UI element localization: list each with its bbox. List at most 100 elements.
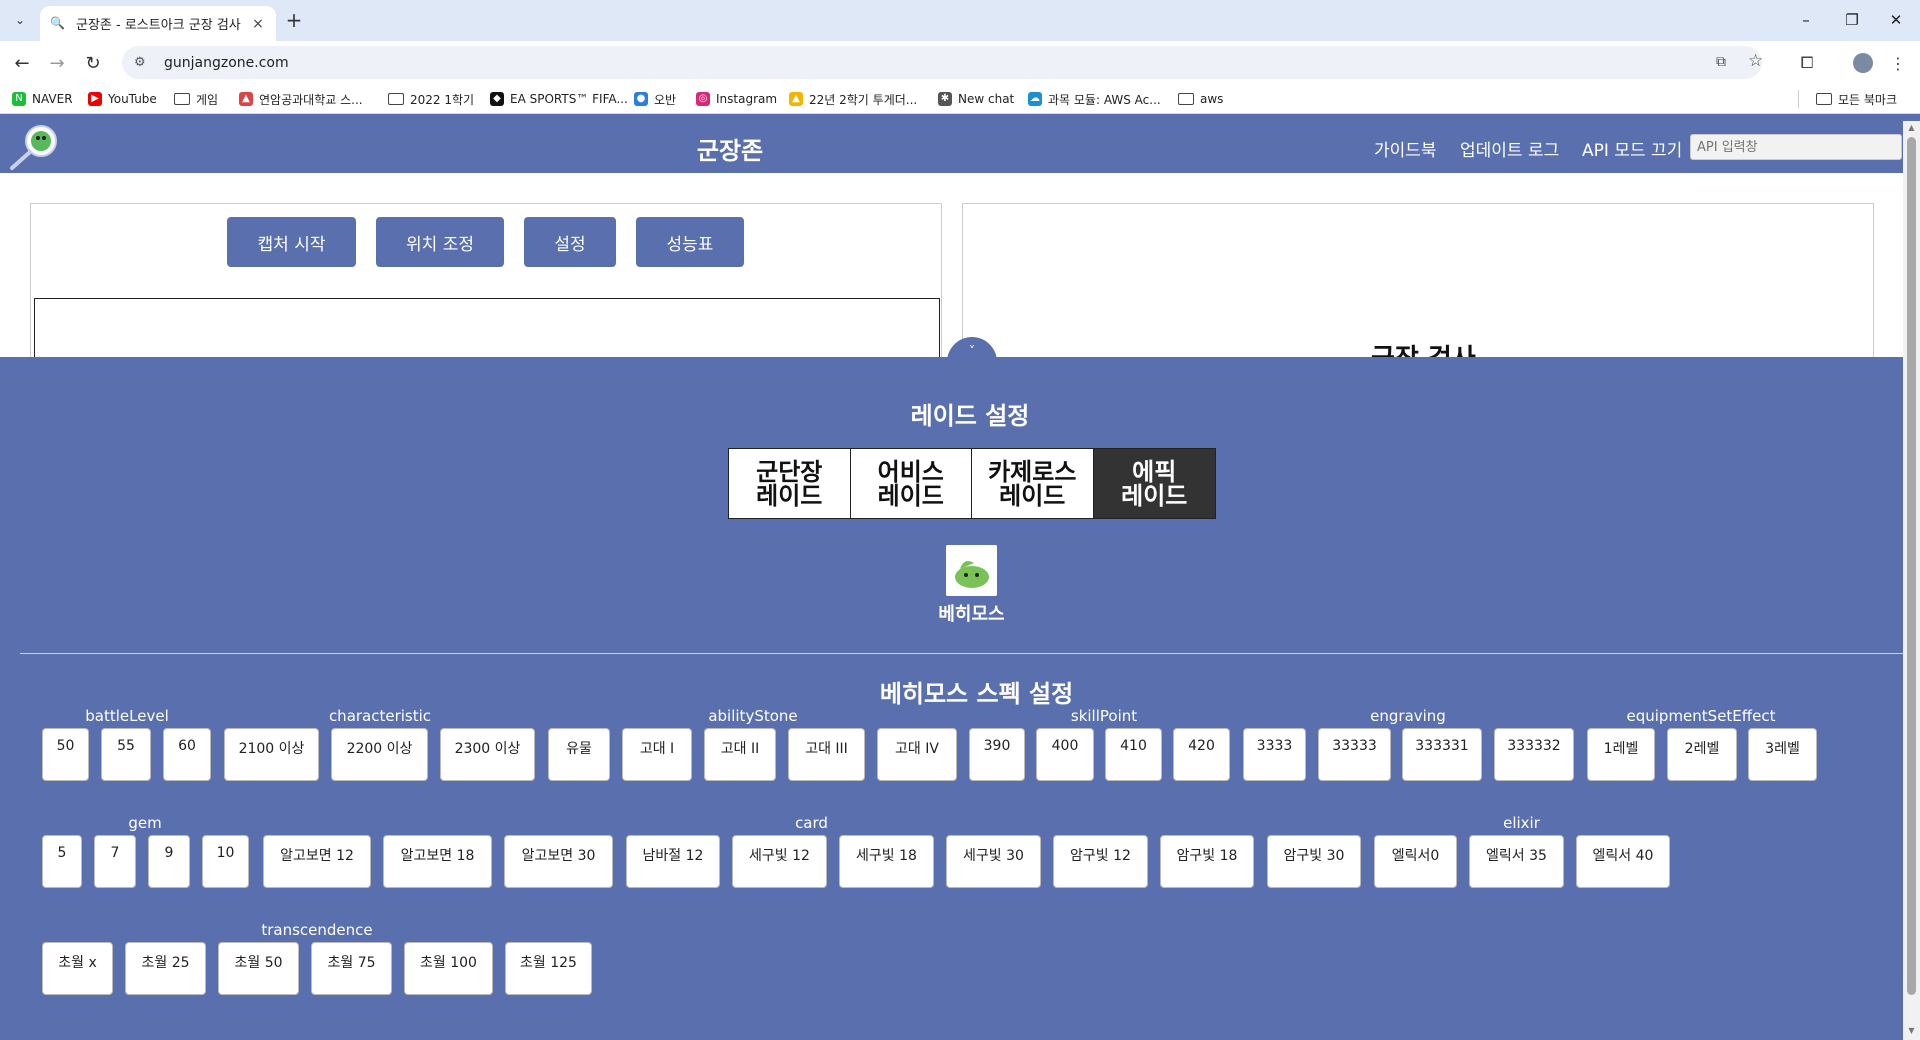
option-gem-7[interactable]: 7 bbox=[94, 835, 136, 888]
option-card-amgubit-12[interactable]: 암구빛 12 bbox=[1053, 835, 1148, 888]
bookmark-new-chat[interactable]: ✱ New chat bbox=[938, 90, 1014, 108]
bookmark-instagram[interactable]: ◎ Instagram bbox=[696, 90, 777, 108]
extensions-icon[interactable]: ⧠ bbox=[1793, 49, 1821, 77]
option-card-segubit-18[interactable]: 세구빛 18 bbox=[839, 835, 934, 888]
option-abilitystone-ancient-2[interactable]: 고대 II bbox=[704, 728, 776, 781]
option-card-algo-18[interactable]: 알고보면 18 bbox=[383, 835, 492, 888]
nav-update-log[interactable]: 업데이트 로그 bbox=[1460, 136, 1559, 161]
capture-start-button[interactable]: 캡처 시작 bbox=[227, 217, 356, 267]
option-engraving-333332[interactable]: 333332 bbox=[1494, 728, 1574, 781]
bookmark-star-icon[interactable]: ☆ bbox=[1748, 51, 1763, 71]
option-characteristic-2200[interactable]: 2200 이상 bbox=[331, 728, 428, 781]
option-elixir-0[interactable]: 엘릭서0 bbox=[1374, 835, 1457, 888]
bookmark-naver[interactable]: N NAVER bbox=[12, 90, 73, 108]
option-gem-9[interactable]: 9 bbox=[148, 835, 190, 888]
option-card-amgubit-30[interactable]: 암구빛 30 bbox=[1267, 835, 1361, 888]
section-divider bbox=[20, 653, 1903, 654]
option-battlelevel-60[interactable]: 60 bbox=[163, 728, 211, 781]
option-engraving-33333[interactable]: 33333 bbox=[1318, 728, 1391, 781]
profile-avatar[interactable] bbox=[1849, 49, 1877, 77]
option-gem-5[interactable]: 5 bbox=[42, 835, 82, 888]
option-abilitystone-ancient-4[interactable]: 고대 IV bbox=[877, 728, 957, 781]
option-card-segubit-30[interactable]: 세구빛 30 bbox=[946, 835, 1041, 888]
option-engraving-333331[interactable]: 333331 bbox=[1402, 728, 1482, 781]
tab-legion-raid[interactable]: 군단장 레이드 bbox=[729, 449, 851, 518]
option-seteffect-lv1[interactable]: 1레벨 bbox=[1587, 728, 1655, 781]
option-elixir-35[interactable]: 엘릭서 35 bbox=[1469, 835, 1564, 888]
tab-search-button[interactable]: ⌄ bbox=[8, 8, 32, 32]
option-characteristic-2300[interactable]: 2300 이상 bbox=[440, 728, 535, 781]
browser-menu-icon[interactable]: ⋮ bbox=[1884, 49, 1912, 77]
option-skillpoint-410[interactable]: 410 bbox=[1105, 728, 1162, 781]
group-label-characteristic: characteristic bbox=[328, 707, 432, 725]
bookmark-folder-all[interactable]: 모든 북마크 bbox=[1816, 90, 1897, 108]
option-abilitystone-relic[interactable]: 유물 bbox=[548, 728, 610, 781]
scroll-up-icon[interactable]: ▲ bbox=[1907, 123, 1916, 133]
bookmark-drive[interactable]: ▲ 22년 2학기 투게더... bbox=[789, 90, 917, 108]
bookmark-youtube[interactable]: ▶ YouTube bbox=[88, 90, 157, 108]
nav-guidebook[interactable]: 가이드북 bbox=[1374, 136, 1437, 161]
option-transcendence-75[interactable]: 초월 75 bbox=[311, 942, 392, 995]
bookmark-folder-aws[interactable]: aws bbox=[1178, 90, 1223, 108]
option-skillpoint-400[interactable]: 400 bbox=[1036, 728, 1094, 781]
site-info-icon[interactable]: ⚙ bbox=[134, 55, 154, 70]
option-skillpoint-420[interactable]: 420 bbox=[1173, 728, 1230, 781]
address-bar[interactable]: ⚙ gunjangzone.com bbox=[122, 46, 1762, 79]
api-input[interactable] bbox=[1690, 134, 1902, 160]
new-tab-button[interactable]: + bbox=[282, 8, 306, 32]
option-transcendence-50[interactable]: 초월 50 bbox=[218, 942, 299, 995]
translate-icon[interactable]: ⧉ bbox=[1716, 54, 1726, 70]
nav-api-mode-off[interactable]: API 모드 끄기 bbox=[1582, 136, 1682, 161]
group-label-battlelevel: battleLevel bbox=[85, 707, 169, 725]
option-transcendence-25[interactable]: 초월 25 bbox=[125, 942, 206, 995]
performance-table-button[interactable]: 성능표 bbox=[636, 217, 744, 267]
browser-tab[interactable]: 🔍 군장존 - 로스트아크 군장 검사 × bbox=[40, 6, 276, 41]
bookmarks-bar: N NAVER ▶ YouTube 게임 ▲ 연암공과대학교 스... 2022 1학… bbox=[0, 84, 1920, 114]
tab-abyss-raid[interactable]: 어비스 레이드 bbox=[850, 449, 972, 518]
option-skillpoint-390[interactable]: 390 bbox=[969, 728, 1025, 781]
option-abilitystone-ancient-1[interactable]: 고대 I bbox=[622, 728, 692, 781]
option-card-algo-30[interactable]: 알고보면 30 bbox=[504, 835, 613, 888]
option-abilitystone-ancient-3[interactable]: 고대 III bbox=[788, 728, 865, 781]
site-title[interactable]: 군장존 bbox=[680, 131, 780, 166]
bookmark-yonam[interactable]: ▲ 연암공과대학교 스... bbox=[239, 90, 363, 108]
option-seteffect-lv3[interactable]: 3레벨 bbox=[1748, 728, 1817, 781]
settings-button[interactable]: 설정 bbox=[524, 217, 616, 267]
option-card-amgubit-18[interactable]: 암구빛 18 bbox=[1160, 835, 1254, 888]
close-window-button[interactable]: ✕ bbox=[1876, 6, 1916, 34]
option-card-segubit-12[interactable]: 세구빛 12 bbox=[732, 835, 827, 888]
page-scrollbar[interactable]: ▲ ▼ bbox=[1903, 121, 1920, 1040]
behemoth-boss-icon[interactable] bbox=[946, 545, 997, 596]
scrollbar-thumb[interactable] bbox=[1907, 137, 1916, 995]
bookmark-folder-2022[interactable]: 2022 1학기 bbox=[388, 90, 474, 108]
spec-settings-title: 베히모스 스펙 설정 bbox=[879, 680, 1074, 708]
option-transcendence-100[interactable]: 초월 100 bbox=[404, 942, 493, 995]
option-transcendence-125[interactable]: 초월 125 bbox=[505, 942, 592, 995]
option-battlelevel-55[interactable]: 55 bbox=[101, 728, 151, 781]
bookmark-aws-academy[interactable]: ☁ 과목 모듈: AWS Ac... bbox=[1028, 90, 1161, 108]
option-elixir-40[interactable]: 엘릭서 40 bbox=[1576, 835, 1670, 888]
reload-button[interactable]: ↻ bbox=[79, 49, 107, 77]
scroll-down-icon[interactable]: ▼ bbox=[1907, 1026, 1916, 1036]
option-card-nambajeol-12[interactable]: 남바절 12 bbox=[626, 835, 720, 888]
option-seteffect-lv2[interactable]: 2레벨 bbox=[1667, 728, 1737, 781]
position-adjust-button[interactable]: 위치 조정 bbox=[376, 217, 504, 267]
minimize-button[interactable]: – bbox=[1786, 6, 1826, 34]
bookmark-oban[interactable]: ● 오반 bbox=[634, 90, 676, 108]
forward-button[interactable]: → bbox=[43, 49, 71, 77]
option-engraving-3333[interactable]: 3333 bbox=[1243, 728, 1306, 781]
back-button[interactable]: ← bbox=[8, 49, 36, 77]
magnifier-logo-icon[interactable] bbox=[8, 123, 60, 171]
folder-icon bbox=[1816, 93, 1832, 105]
tab-close-icon[interactable]: × bbox=[250, 16, 266, 32]
option-battlelevel-50[interactable]: 50 bbox=[42, 728, 89, 781]
option-characteristic-2100[interactable]: 2100 이상 bbox=[224, 728, 319, 781]
option-transcendence-x[interactable]: 초월 x bbox=[42, 942, 113, 995]
bookmark-folder-game[interactable]: 게임 bbox=[174, 90, 218, 108]
option-card-algo-12[interactable]: 알고보면 12 bbox=[263, 835, 371, 888]
tab-kazeros-raid[interactable]: 카제로스 레이드 bbox=[972, 449, 1094, 518]
tab-epic-raid[interactable]: 에픽 레이드 bbox=[1093, 449, 1215, 518]
bookmark-fifa[interactable]: ◆ EA SPORTS™ FIFA... bbox=[490, 90, 628, 108]
option-gem-10[interactable]: 10 bbox=[202, 835, 249, 888]
restore-button[interactable]: ❐ bbox=[1832, 6, 1872, 34]
